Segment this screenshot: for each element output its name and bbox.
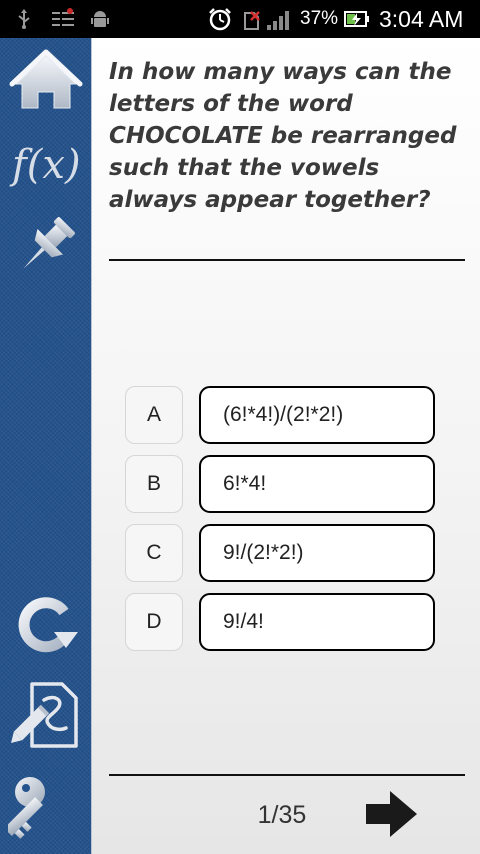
function-fx-icon: f(x) [8, 124, 84, 200]
sidebar-item-notes[interactable] [8, 678, 84, 754]
sidebar-item-home[interactable] [8, 44, 84, 120]
option-letter-d[interactable]: D [125, 593, 183, 651]
no-sim-icon [241, 9, 261, 36]
question-text: In how many ways can the letters of the … [109, 59, 457, 213]
question-counter: 1/35 [257, 801, 307, 829]
edit-notes-icon [8, 678, 84, 754]
option-row-c: C 9!/(2!*2!) [125, 524, 435, 582]
arrow-right-icon [364, 791, 420, 844]
alarm-clock-icon [207, 7, 233, 36]
option-answer-a[interactable]: (6!*4!)/(2!*2!) [199, 386, 435, 444]
option-row-d: D 9!/4! [125, 593, 435, 651]
signal-icon [266, 9, 292, 36]
option-answer-d[interactable]: 9!/4! [199, 593, 435, 651]
option-answer-c[interactable]: 9!/(2!*2!) [199, 524, 435, 582]
sidebar-item-formulas[interactable]: f(x) [8, 124, 84, 200]
refresh-icon [8, 586, 84, 662]
sidebar-item-refresh[interactable] [8, 586, 84, 662]
formula-label: f(x) [9, 142, 81, 188]
app-screen: 37% 3:04 AM f(x) In how many ways can th… [0, 0, 480, 854]
sidebar-item-answer-key[interactable] [8, 768, 84, 844]
question-divider [109, 259, 465, 261]
sidebar: f(x) [0, 38, 92, 854]
status-system: 37% 3:04 AM [0, 0, 472, 38]
option-letter-c[interactable]: C [125, 524, 183, 582]
option-letter-b[interactable]: B [125, 455, 183, 513]
home-icon [8, 44, 84, 120]
battery-charging-icon [344, 10, 370, 33]
option-answer-b[interactable]: 6!*4! [199, 455, 435, 513]
key-icon [8, 768, 84, 844]
option-row-b: B 6!*4! [125, 455, 435, 513]
question-panel: In how many ways can the letters of the … [92, 38, 480, 854]
status-clock: 3:04 AM [379, 6, 464, 32]
option-row-a: A (6!*4!)/(2!*2!) [125, 386, 435, 444]
option-letter-a[interactable]: A [125, 386, 183, 444]
battery-percent: 37% [300, 8, 339, 29]
next-question-button[interactable] [364, 788, 420, 840]
sidebar-item-pin[interactable] [8, 208, 84, 284]
status-bar: 37% 3:04 AM [0, 0, 480, 38]
footer-divider [109, 774, 465, 776]
pushpin-icon [8, 208, 84, 284]
